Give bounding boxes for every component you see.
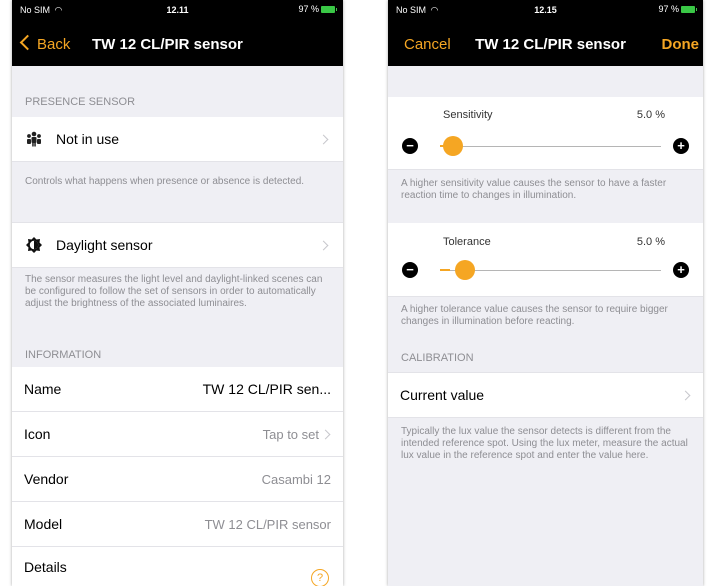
tolerance-increase-button[interactable]: +: [673, 262, 689, 278]
settings-screen-right: No SIM ◠ 12.15 97 % Cancel TW 12 CL/PIR …: [388, 0, 703, 586]
presence-sensor-row[interactable]: Not in use: [12, 117, 343, 162]
battery-percent: 97 %: [658, 4, 679, 14]
tolerance-decrease-button[interactable]: −: [402, 262, 418, 278]
daylight-row-label: Daylight sensor: [56, 237, 153, 253]
daylight-icon: [26, 237, 42, 253]
tolerance-label: Tolerance: [443, 236, 491, 248]
daylight-footer: The sensor measures the light level and …: [25, 274, 323, 309]
presence-row-label: Not in use: [56, 131, 120, 147]
current-value-label: Current value: [400, 387, 485, 403]
info-label: Vendor: [24, 471, 69, 487]
tolerance-track-fill: [440, 269, 450, 271]
battery-icon: [321, 6, 337, 14]
chevron-right-icon: [320, 429, 331, 440]
info-value: Tap to set: [262, 427, 319, 442]
clock: 12.11: [166, 5, 189, 15]
sensitivity-value: 5.0 %: [636, 109, 665, 121]
status-bar: No SIM ◠ 12.15 97 %: [388, 0, 703, 22]
page-title: TW 12 CL/PIR sensor: [92, 36, 243, 53]
info-label: Name: [24, 381, 62, 397]
tolerance-slider-handle[interactable]: [455, 260, 475, 280]
info-row-icon[interactable]: Icon Tap to set: [12, 412, 343, 457]
info-label: Model: [24, 516, 63, 532]
current-value-row[interactable]: Current value: [388, 372, 703, 418]
tolerance-footer: A higher tolerance value causes the sens…: [401, 304, 668, 327]
info-label: Details: [24, 559, 67, 575]
battery-percent: 97 %: [298, 4, 319, 14]
people-icon: [27, 131, 41, 147]
sensitivity-label: Sensitivity: [443, 109, 493, 121]
info-row-vendor: Vendor Casambi 12: [12, 457, 343, 502]
sensitivity-track[interactable]: [440, 146, 661, 147]
help-icon[interactable]: ?: [311, 569, 329, 586]
chevron-right-icon: [318, 240, 329, 251]
navigation-bar: Back TW 12 CL/PIR sensor: [12, 22, 343, 66]
info-value: TW 12 CL/PIR sensor: [204, 517, 331, 532]
info-value: Casambi 12: [261, 472, 331, 487]
clock: 12.15: [534, 5, 557, 15]
info-row-name[interactable]: Name TW 12 CL/PIR sen...: [12, 367, 343, 412]
section-header-information: INFORMATION: [25, 349, 102, 361]
tolerance-slider-cell: Tolerance 5.0 % − +: [388, 223, 703, 297]
sensitivity-decrease-button[interactable]: −: [402, 138, 418, 154]
chevron-left-icon: [19, 34, 36, 51]
daylight-sensor-row[interactable]: Daylight sensor: [12, 222, 343, 268]
settings-screen-left: No SIM ◠ 12.11 97 % Back TW 12 CL/PIR se…: [12, 0, 343, 586]
presence-footer: Controls what happens when presence or a…: [25, 176, 305, 187]
sensitivity-slider-handle[interactable]: [443, 136, 463, 156]
info-label: Icon: [24, 426, 51, 442]
info-row-model: Model TW 12 CL/PIR sensor: [12, 502, 343, 547]
back-button[interactable]: Back: [19, 34, 70, 53]
section-header-presence: PRESENCE SENSOR: [25, 96, 136, 108]
info-value: TW 12 CL/PIR sen...: [202, 381, 331, 397]
chevron-right-icon: [318, 134, 329, 145]
navigation-bar: Cancel TW 12 CL/PIR sensor Done: [388, 22, 703, 66]
done-button[interactable]: Done: [662, 36, 700, 53]
info-row-details[interactable]: Details ?: [12, 547, 343, 586]
sensitivity-slider-cell: Sensitivity 5.0 % − +: [388, 97, 703, 170]
section-header-calibration: CALIBRATION: [401, 352, 474, 364]
battery-icon: [681, 6, 697, 14]
sensitivity-increase-button[interactable]: +: [673, 138, 689, 154]
status-bar: No SIM ◠ 12.11 97 %: [12, 0, 343, 22]
chevron-right-icon: [680, 390, 691, 401]
sensitivity-footer: A higher sensitivity value causes the se…: [401, 178, 667, 201]
calibration-footer: Typically the lux value the sensor detec…: [401, 426, 688, 461]
page-title: TW 12 CL/PIR sensor: [475, 36, 626, 53]
tolerance-value: 5.0 %: [636, 236, 665, 248]
